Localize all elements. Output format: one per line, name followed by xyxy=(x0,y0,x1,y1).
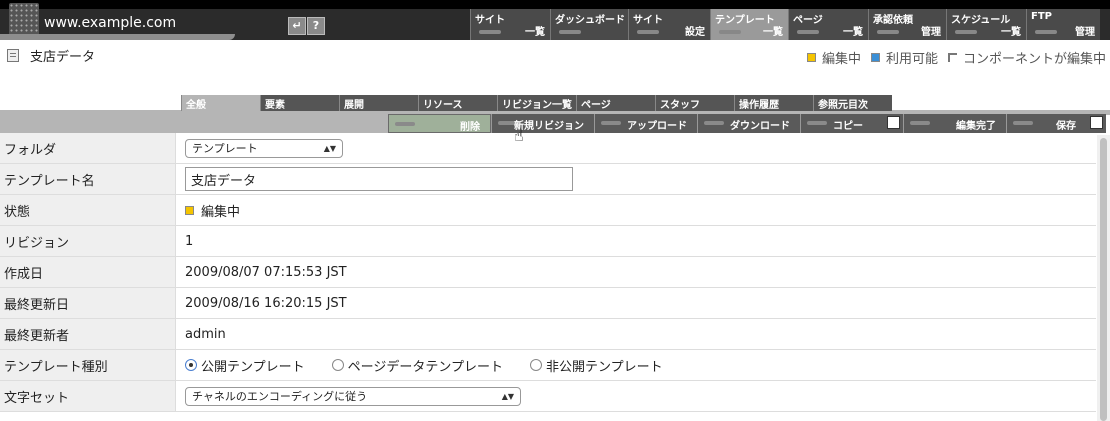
properties-table: フォルダ テンプレート ▲▼ テンプレート名 支店データ 状態 編集中 リビジョン… xyxy=(0,133,1096,412)
save-button[interactable]: 保存 xyxy=(1006,114,1106,133)
tab-pages[interactable]: ページ xyxy=(576,95,655,111)
top-strip xyxy=(0,0,1110,9)
help-icon[interactable]: ? xyxy=(307,17,325,35)
created-label: 作成日 xyxy=(0,257,176,287)
nav-schedule[interactable]: スケジュール 一覧 xyxy=(946,9,1026,40)
updater-label: 最終更新者 xyxy=(0,319,176,349)
action-bar-spacer xyxy=(0,114,388,133)
site-name[interactable]: www.example.com xyxy=(44,15,176,31)
row-status: 状態 編集中 xyxy=(0,195,1096,226)
template-type-label: テンプレート種別 xyxy=(0,350,176,380)
editing-status-icon xyxy=(185,205,194,215)
legend-component-editing: コンポーネントが編集中 xyxy=(947,48,1106,67)
nav-template-list[interactable]: テンプレート 一覧 xyxy=(710,9,788,40)
site-underline xyxy=(0,34,235,40)
nav-site-list[interactable]: サイト 一覧 xyxy=(470,9,550,40)
updated-value: 2009/08/16 16:20:15 JST xyxy=(185,295,347,311)
action-bar: 削除 新規リビジョン アップロード ダウンロード コピー 編集完了 保存 xyxy=(388,114,1106,133)
new-revision-button[interactable]: 新規リビジョン xyxy=(491,114,594,133)
updated-label: 最終更新日 xyxy=(0,288,176,318)
available-square-icon xyxy=(870,53,880,62)
tab-revisions[interactable]: リビジョン一覧 xyxy=(497,95,576,111)
back-icon[interactable]: ↵ xyxy=(288,17,306,35)
delete-button[interactable]: 削除 xyxy=(388,114,491,133)
radio-unchecked-icon xyxy=(331,359,344,371)
component-corner-icon xyxy=(947,53,957,62)
radio-pagedata-template[interactable]: ページデータテンプレート xyxy=(331,356,503,375)
finish-editing-button[interactable]: 編集完了 xyxy=(903,114,1006,133)
page-title: 支店データ xyxy=(30,50,96,65)
tab-history[interactable]: 操作履歴 xyxy=(734,95,813,111)
scrollbar-thumb[interactable] xyxy=(1100,138,1107,421)
tab-resources[interactable]: リソース xyxy=(418,95,497,111)
legend-available: 利用可能 xyxy=(870,48,938,67)
nav-approval[interactable]: 承認依頼 管理 xyxy=(868,9,946,40)
charset-label: 文字セット xyxy=(0,381,176,411)
document-icon xyxy=(7,49,19,62)
select-arrows-icon: ▲▼ xyxy=(501,391,514,401)
row-revision: リビジョン 1 xyxy=(0,226,1096,257)
row-updater: 最終更新者 admin xyxy=(0,319,1096,350)
tab-deploy[interactable]: 展開 xyxy=(339,95,418,111)
status-legend: 編集中 利用可能 コンポーネントが編集中 xyxy=(806,48,1106,67)
status-label: 状態 xyxy=(0,195,176,225)
folder-select[interactable]: テンプレート ▲▼ xyxy=(185,138,343,158)
revision-value: 1 xyxy=(185,233,194,249)
tab-general[interactable]: 全般 xyxy=(181,95,260,111)
row-charset: 文字セット チャネルのエンコーディングに従う ▲▼ xyxy=(0,381,1096,412)
radio-private-template[interactable]: 非公開テンプレート xyxy=(529,356,663,375)
upload-button[interactable]: アップロード xyxy=(594,114,697,133)
grid-menu-icon[interactable] xyxy=(9,3,39,37)
updater-value: admin xyxy=(185,326,226,342)
row-updated: 最終更新日 2009/08/16 16:20:15 JST xyxy=(0,288,1096,319)
charset-select[interactable]: チャネルのエンコーディングに従う ▲▼ xyxy=(185,386,521,406)
nav-ftp[interactable]: FTP 管理 xyxy=(1026,9,1100,40)
copy-document-icon xyxy=(887,116,900,129)
template-name-input[interactable]: 支店データ xyxy=(185,167,573,191)
folder-label: フォルダ xyxy=(0,133,176,163)
tab-staff[interactable]: スタッフ xyxy=(655,95,734,111)
save-document-icon xyxy=(1090,116,1103,129)
vertical-scrollbar[interactable] xyxy=(1097,135,1110,421)
editing-square-icon xyxy=(806,53,816,62)
radio-public-template[interactable]: 公開テンプレート xyxy=(185,356,305,375)
row-folder: フォルダ テンプレート ▲▼ xyxy=(0,133,1096,164)
row-created: 作成日 2009/08/07 07:15:53 JST xyxy=(0,257,1096,288)
tab-references[interactable]: 参照元目次 xyxy=(813,95,892,111)
template-name-label: テンプレート名 xyxy=(0,164,176,194)
status-value: 編集中 xyxy=(201,204,241,220)
nav-dashboard[interactable]: ダッシュボード xyxy=(550,9,628,40)
radio-checked-icon xyxy=(185,359,197,371)
created-value: 2009/08/07 07:15:53 JST xyxy=(185,264,347,280)
nav-page-list[interactable]: ページ 一覧 xyxy=(788,9,868,40)
select-arrows-icon: ▲▼ xyxy=(323,143,336,153)
nav-site-settings[interactable]: サイト 設定 xyxy=(628,9,710,40)
row-template-type: テンプレート種別 公開テンプレート ページデータテンプレート 非公開テンプレート xyxy=(0,350,1096,381)
hand-cursor-icon: ☝ xyxy=(514,126,524,145)
revision-label: リビジョン xyxy=(0,226,176,256)
main-nav: サイト 一覧 ダッシュボード サイト 設定 テンプレート 一覧 ページ 一覧 承認依頼管… xyxy=(470,9,1100,40)
radio-unchecked-icon xyxy=(529,359,542,371)
row-template-name: テンプレート名 支店データ xyxy=(0,164,1096,195)
copy-button[interactable]: コピー xyxy=(800,114,903,133)
download-button[interactable]: ダウンロード xyxy=(697,114,800,133)
legend-editing: 編集中 xyxy=(806,48,861,67)
tab-elements[interactable]: 要素 xyxy=(260,95,339,111)
tab-list: 全般 要素 展開 リソース リビジョン一覧 ページ スタッフ 操作履歴 参照元目… xyxy=(181,95,892,111)
